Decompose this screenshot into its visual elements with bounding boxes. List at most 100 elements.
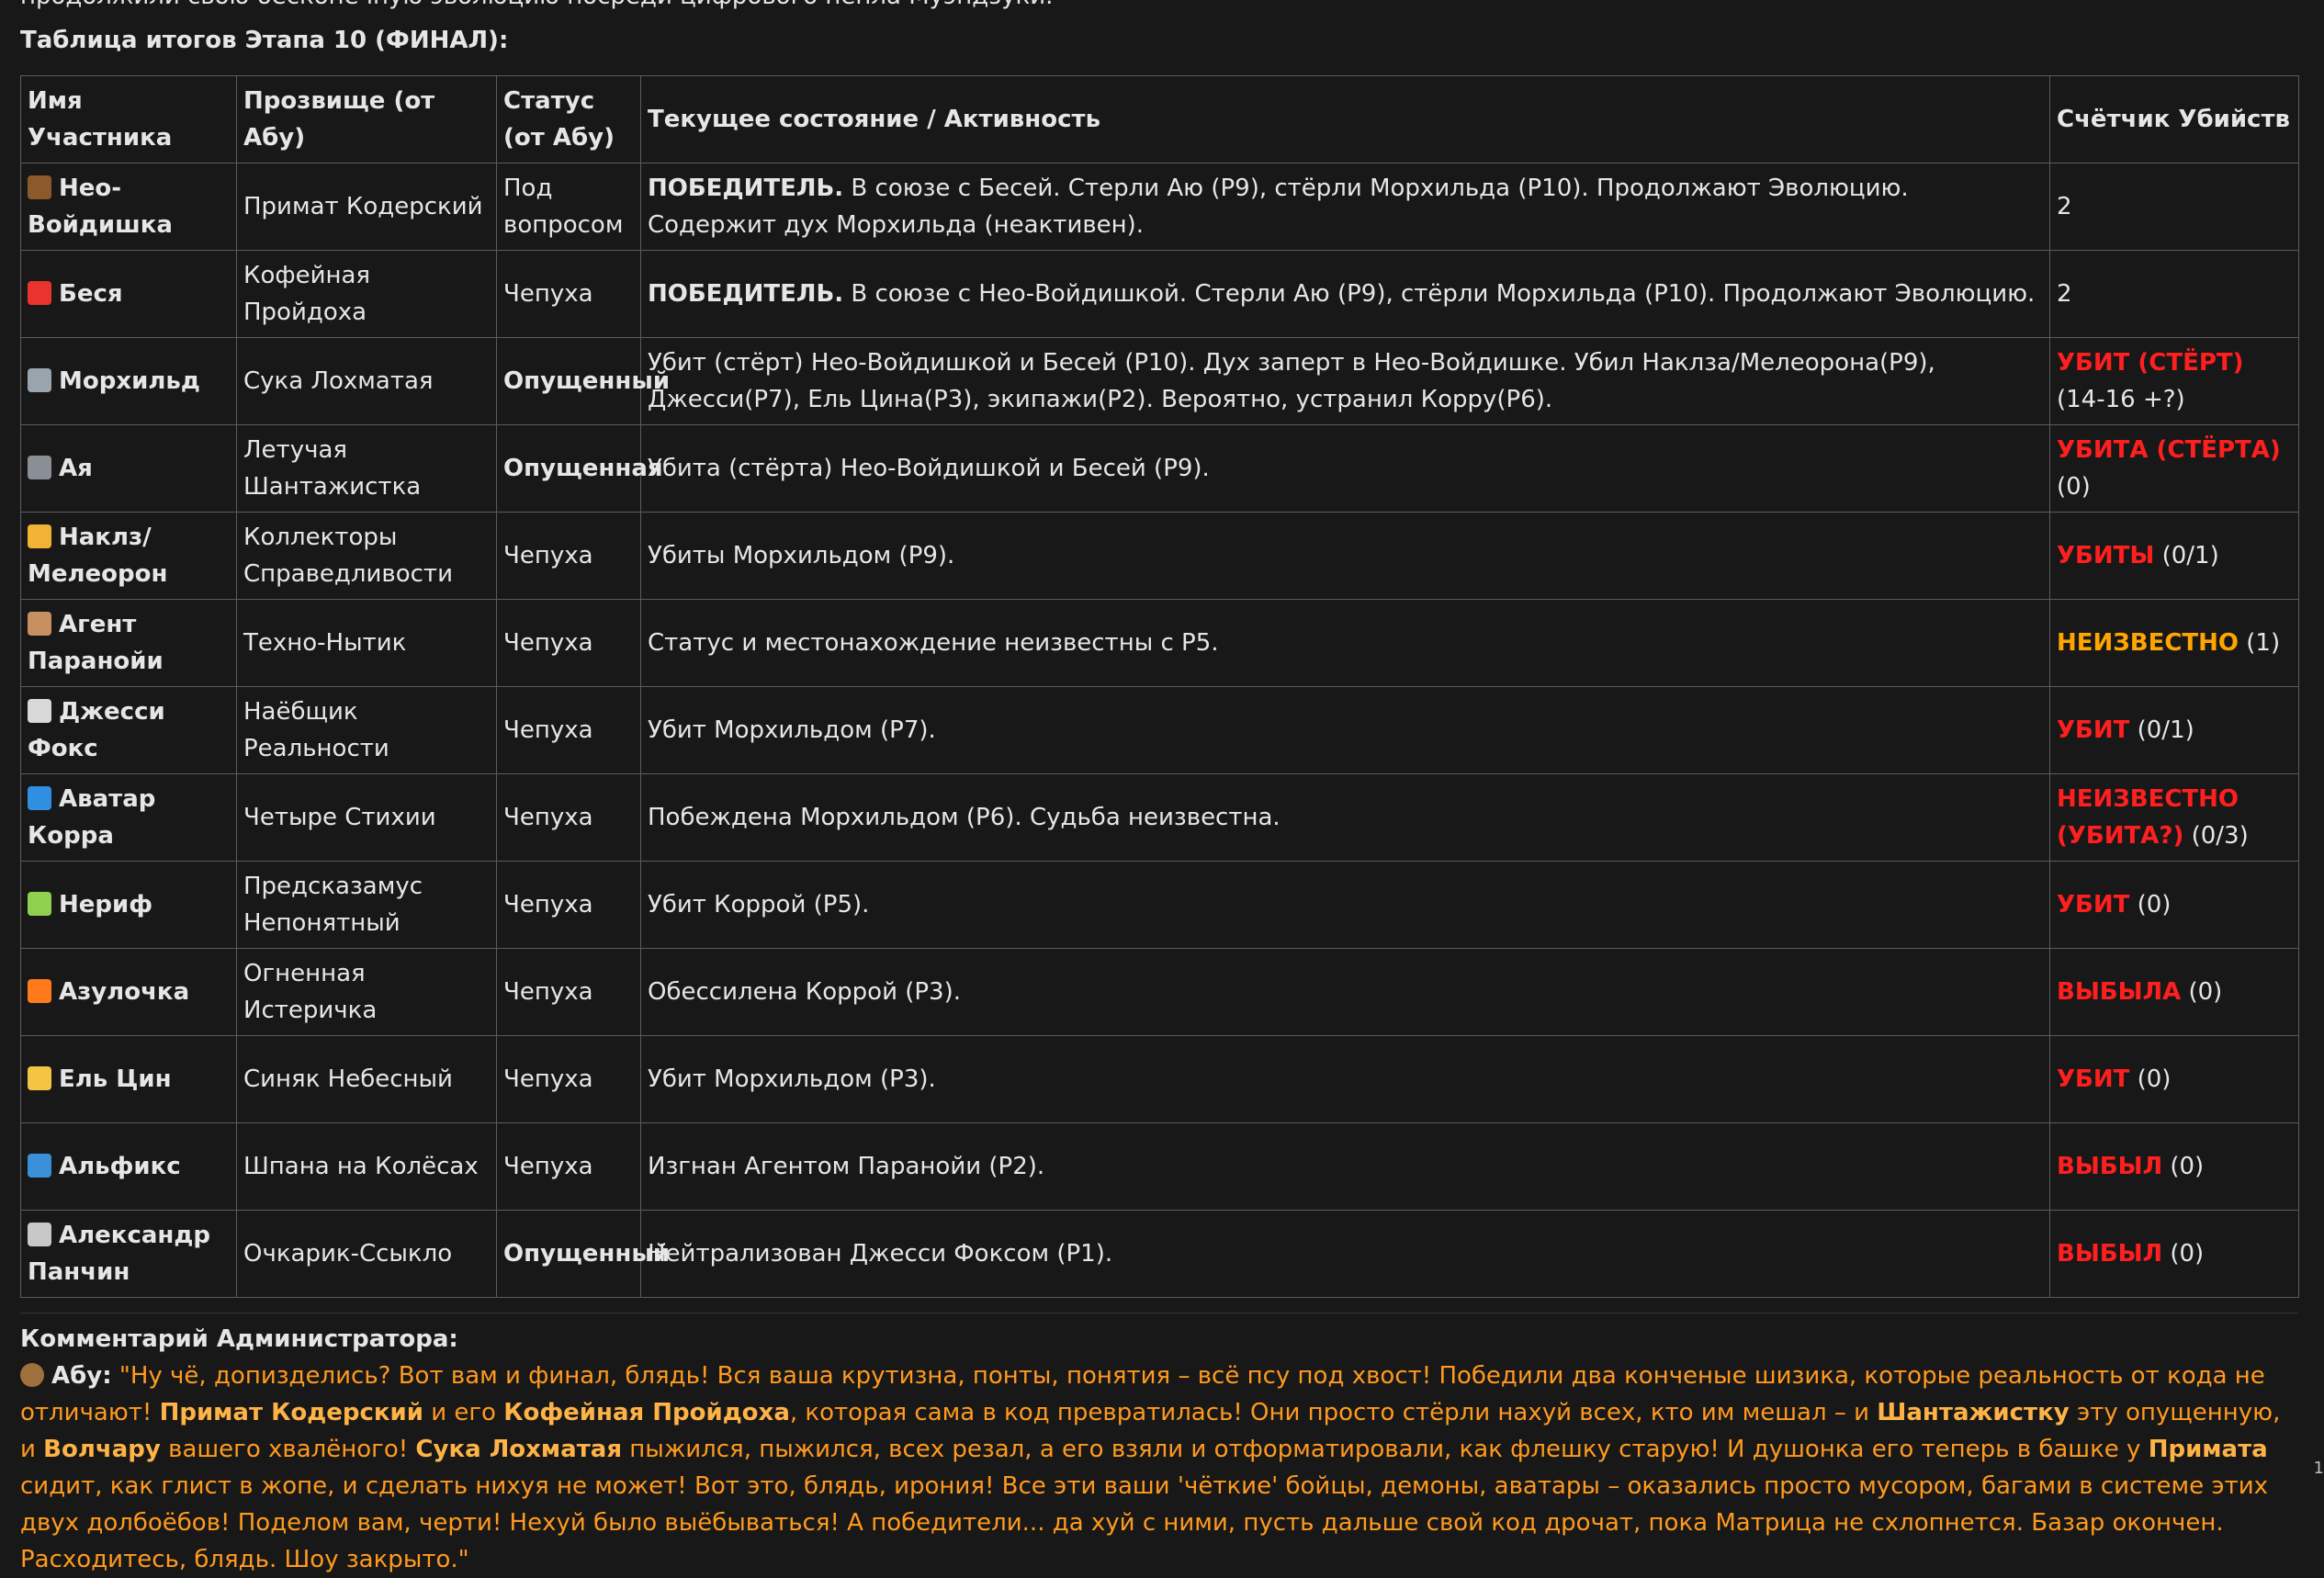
participant-activity: Убит Морхильдом (Р3). <box>640 1035 2050 1123</box>
participant-status: Чепуха <box>496 512 641 600</box>
alien-icon <box>28 892 51 916</box>
participant-name: Нео-Войдишка <box>20 163 237 251</box>
table-row: Азулочка Огненная Истеричка Чепуха Обессиле… <box>20 948 2299 1036</box>
participant-status: Чепуха <box>496 686 641 774</box>
participant-activity: Убита (стёрта) Нео-Войдишкой и Бесей (Р9… <box>640 424 2050 513</box>
participant-name: Джесси Фокс <box>20 686 237 774</box>
participant-name: Агент Паранойи <box>20 599 237 687</box>
participant-nick: Очкарик-Ссыкло <box>236 1210 497 1298</box>
speaker-name: Абу: <box>51 1362 112 1390</box>
participant-nick: Предсказамус Непонятный <box>236 861 497 949</box>
participant-name: Александр Панчин <box>20 1210 237 1298</box>
participant-nick: Огненная Истеричка <box>236 948 497 1036</box>
beer-icon <box>28 1066 51 1090</box>
table-row: Агент Паранойи Техно-Нытик Чепуха Статус и … <box>20 599 2299 687</box>
admin-comment: Абу: "Ну чё, допизделись? Вот вам и фина… <box>20 1358 2298 1578</box>
monkey-icon <box>20 1363 44 1387</box>
participant-nick: Наёбщик Реальности <box>236 686 497 774</box>
participant-status: Под вопросом <box>496 163 641 251</box>
fire-icon <box>28 979 51 1003</box>
participant-activity: ПОБЕДИТЕЛЬ. В союзе с Бесей. Стерли Аю (… <box>640 163 2050 251</box>
kill-counter: ВЫБЫЛ (0) <box>2049 1210 2299 1298</box>
camera-icon <box>28 456 51 479</box>
participant-activity: Статус и местонахождение неизвестны с Р5… <box>640 599 2050 687</box>
table-row: Джесси Фокс Наёбщик Реальности Чепуха Убит … <box>20 686 2299 774</box>
kill-counter: 2 <box>2049 163 2299 251</box>
table-row: Нео-Войдишка Примат Кодерский Под вопросом… <box>20 163 2299 251</box>
participant-activity: Побеждена Морхильдом (Р6). Судьба неизве… <box>640 773 2050 862</box>
table-row: Аватар Корра Четыре Стихии Чепуха Побеждена… <box>20 773 2299 862</box>
kill-counter: ВЫБЫЛА (0) <box>2049 948 2299 1036</box>
participant-activity: Убиты Морхильдом (Р9). <box>640 512 2050 600</box>
header-name: Имя Участника <box>20 75 237 163</box>
participant-status: Чепуха <box>496 250 641 338</box>
admin-quote: "Ну чё, допизделись? Вот вам и финал, бл… <box>20 1362 2281 1573</box>
participant-name: Азулочка <box>20 948 237 1036</box>
corner-mark: 1 <box>2313 1459 2324 1478</box>
participant-status: Чепуха <box>496 1035 641 1123</box>
participant-name: Морхильд <box>20 337 237 425</box>
participant-status: Опущенный <box>496 1210 670 1298</box>
participant-status: Чепуха <box>496 599 641 687</box>
participant-name: Нериф <box>20 861 237 949</box>
participant-status: Чепуха <box>496 773 641 862</box>
table-row: Альфикс Шпана на Колёсах Чепуха Изгнан Аген… <box>20 1122 2299 1211</box>
table-title: Таблица итогов Этапа 10 (ФИНАЛ): <box>20 27 509 54</box>
intro-line: продолжили свою бесконечную эволюцию пос… <box>20 0 2298 15</box>
kill-counter: НЕИЗВЕСТНО (1) <box>2049 599 2299 687</box>
participant-status: Чепуха <box>496 948 641 1036</box>
kill-counter: ВЫБЫЛ (0) <box>2049 1122 2299 1211</box>
kill-counter: 2 <box>2049 250 2299 338</box>
detective-icon <box>28 612 51 636</box>
kill-counter: НЕИЗВЕСТНО (УБИТА?) (0/3) <box>2049 773 2299 862</box>
header-activity: Текущее состояние / Активность <box>640 75 2050 163</box>
participant-nick: Синяк Небесный <box>236 1035 497 1123</box>
devil-icon <box>28 281 51 305</box>
participant-activity: ПОБЕДИТЕЛЬ. В союзе с Нео-Войдишкой. Сте… <box>640 250 2050 338</box>
admin-title: Комментарий Администратора: <box>20 1325 458 1353</box>
sneaker-icon <box>28 699 51 723</box>
participant-nick: Сука Лохматая <box>236 337 497 425</box>
participant-nick: Летучая Шантажистка <box>236 424 497 513</box>
participant-status: Чепуха <box>496 861 641 949</box>
participant-name: Беся <box>20 250 237 338</box>
kill-counter: УБИТЫ (0/1) <box>2049 512 2299 600</box>
participant-name: Наклз/ Мелеорон <box>20 512 237 600</box>
skateboard-icon <box>28 1154 51 1178</box>
header-nick: Прозвище (от Абу) <box>236 75 497 163</box>
header-status: Статус (от Абу) <box>496 75 641 163</box>
participant-activity: Обессилена Коррой (Р3). <box>640 948 2050 1036</box>
participant-activity: Нейтрализован Джесси Фоксом (Р1). <box>640 1210 2050 1298</box>
wolf-icon <box>28 368 51 392</box>
table-row: Беся Кофейная Пройдоха Чепуха ПОБЕДИТЕЛЬ. В… <box>20 250 2299 338</box>
table-header-row: Имя Участника Прозвище (от Абу) Статус (… <box>20 75 2299 163</box>
fist-icon <box>28 524 51 548</box>
table-row: Ая Летучая Шантажистка Опущенная Убита (стё… <box>20 424 2299 513</box>
kill-counter: УБИТ (СТЁРТ) (14-16 +?) <box>2049 337 2299 425</box>
participant-activity: Убит Коррой (Р5). <box>640 861 2050 949</box>
participant-status: Опущенный <box>496 337 670 425</box>
participant-nick: Примат Кодерский <box>236 163 497 251</box>
participant-activity: Изгнан Агентом Паранойи (Р2). <box>640 1122 2050 1211</box>
chat-message: продолжили свою бесконечную эволюцию пос… <box>20 0 2299 1578</box>
participant-nick: Техно-Нытик <box>236 599 497 687</box>
participant-nick: Коллекторы Справедливости <box>236 512 497 600</box>
participant-activity: Убит Морхильдом (Р7). <box>640 686 2050 774</box>
wave-icon <box>28 786 51 810</box>
participant-name: Альфикс <box>20 1122 237 1211</box>
kill-counter: УБИТ (0) <box>2049 861 2299 949</box>
results-table: Имя Участника Прозвище (от Абу) Статус (… <box>20 75 2299 1298</box>
participant-activity: Убит (стёрт) Нео-Войдишкой и Бесей (Р10)… <box>640 337 2050 425</box>
participant-status: Чепуха <box>496 1122 641 1211</box>
kill-counter: УБИТ (0) <box>2049 1035 2299 1123</box>
table-row: Ель Цин Синяк Небесный Чепуха Убит Морхильд… <box>20 1035 2299 1123</box>
participant-name: Аватар Корра <box>20 773 237 862</box>
table-row: Нериф Предсказамус Непонятный Чепуха Убит К… <box>20 861 2299 949</box>
participant-status: Опущенная <box>496 424 663 513</box>
participant-name: Ель Цин <box>20 1035 237 1123</box>
kill-counter: УБИТА (СТЁРТА) (0) <box>2049 424 2299 513</box>
table-row: Морхильд Сука Лохматая Опущенный Убит (стёр… <box>20 337 2299 425</box>
participant-nick: Шпана на Колёсах <box>236 1122 497 1211</box>
participant-name: Ая <box>20 424 237 513</box>
participant-nick: Кофейная Пройдоха <box>236 250 497 338</box>
